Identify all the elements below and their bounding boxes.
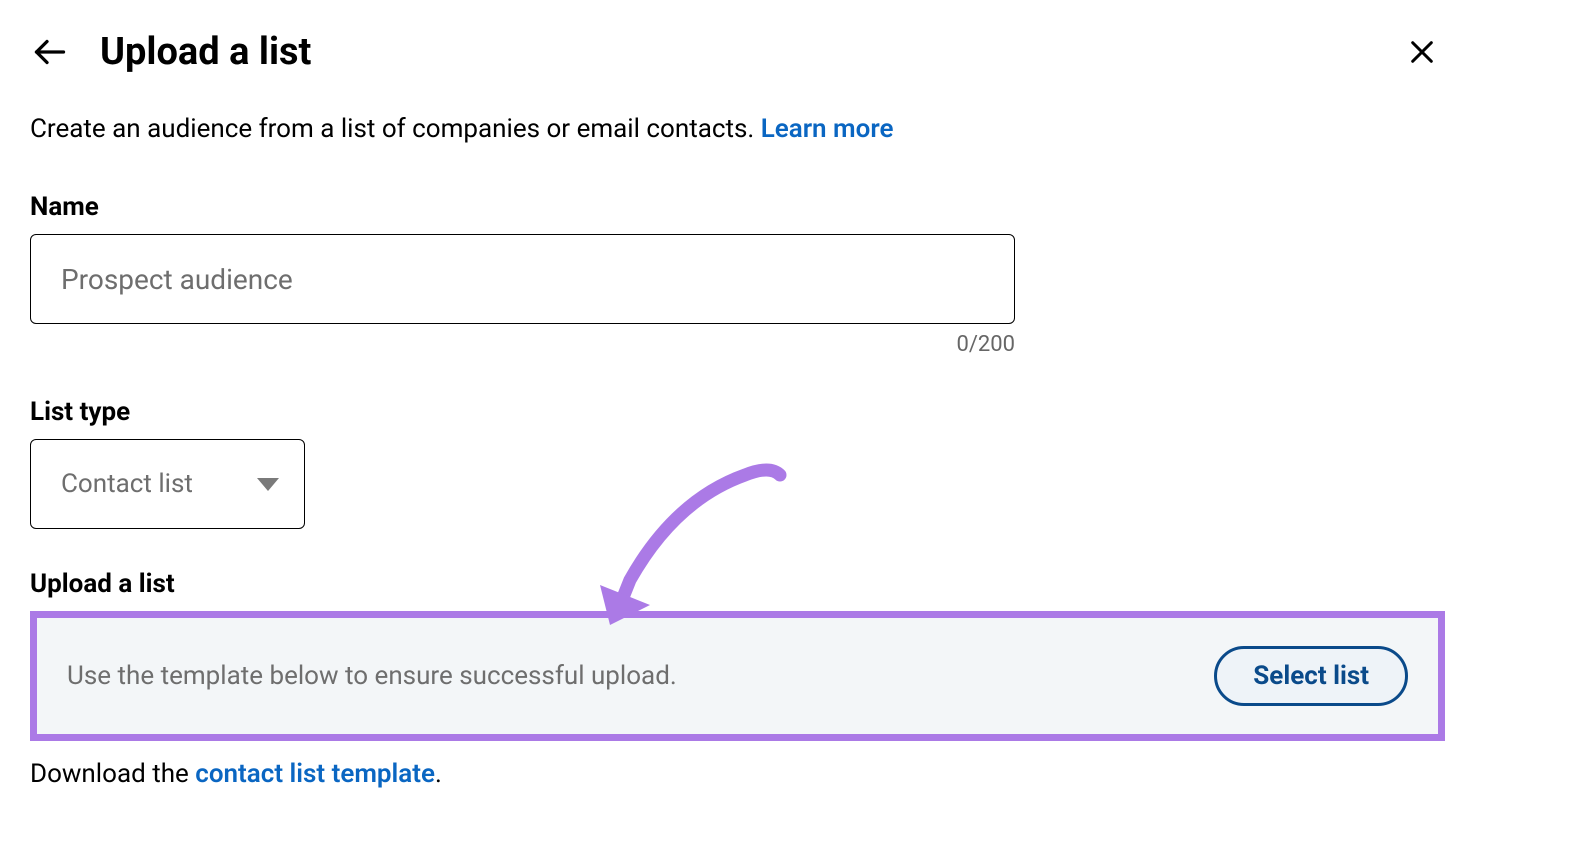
download-prefix: Download the <box>30 759 195 789</box>
list-type-field-group: List type Contact list <box>30 397 1540 529</box>
upload-box-highlight: Use the template below to ensure success… <box>30 611 1445 741</box>
char-counter: 0/200 <box>30 332 1015 357</box>
page-title: Upload a list <box>100 30 311 74</box>
list-type-select[interactable]: Contact list <box>30 439 305 529</box>
upload-hint-text: Use the template below to ensure success… <box>67 661 677 691</box>
description-prefix: Create an audience from a list of compan… <box>30 114 761 144</box>
close-icon[interactable] <box>1404 34 1440 70</box>
name-input[interactable] <box>30 234 1015 324</box>
back-arrow-icon[interactable] <box>30 32 70 72</box>
name-label: Name <box>30 192 1540 222</box>
download-suffix: . <box>435 759 442 789</box>
upload-box: Use the template below to ensure success… <box>37 618 1438 734</box>
select-list-button[interactable]: Select list <box>1214 646 1408 706</box>
list-type-label: List type <box>30 397 1540 427</box>
header-left: Upload a list <box>30 30 311 74</box>
chevron-down-icon <box>257 478 279 491</box>
name-field-group: Name 0/200 <box>30 192 1540 357</box>
learn-more-link[interactable]: Learn more <box>761 114 894 144</box>
download-template-text: Download the contact list template. <box>30 759 1540 789</box>
contact-list-template-link[interactable]: contact list template <box>195 759 435 789</box>
list-type-selected-value: Contact list <box>61 469 193 499</box>
description-text: Create an audience from a list of compan… <box>30 114 1540 144</box>
upload-section-label: Upload a list <box>30 569 1540 599</box>
modal-header: Upload a list <box>30 30 1540 74</box>
